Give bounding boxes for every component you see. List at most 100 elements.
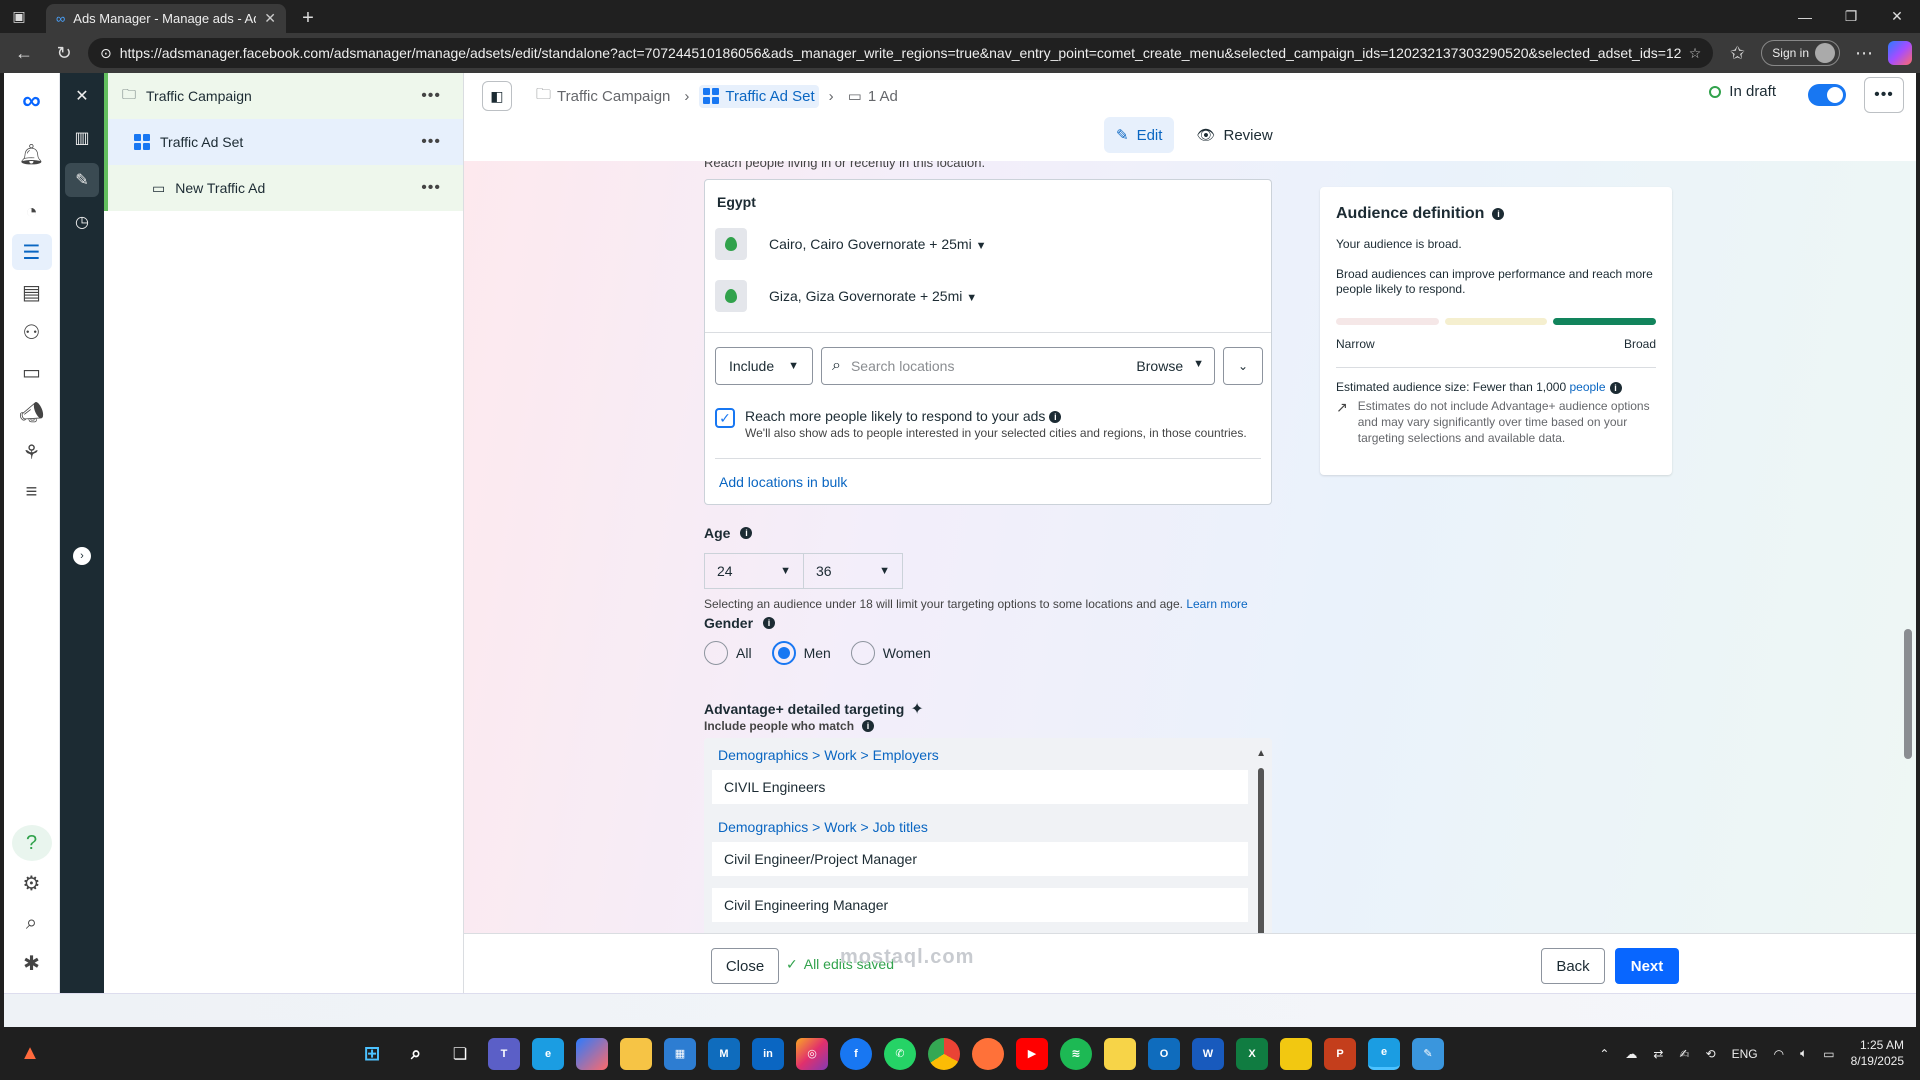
browser-menu-icon[interactable]: ⋯ [1848,37,1880,69]
favorites-icon[interactable]: ✩ [1721,37,1753,69]
firefox-icon[interactable] [972,1037,1004,1070]
teams-icon[interactable]: T [488,1037,520,1070]
next-button[interactable]: Next [1615,948,1679,984]
path-segment[interactable]: Demographics [718,819,808,835]
browse-dropdown[interactable]: Browse ▼ [1136,358,1204,374]
task-view-icon[interactable]: ❏ [444,1038,476,1070]
campaigns-table-icon[interactable]: ☰ [11,234,52,270]
tree-item-adset[interactable]: Traffic Ad Set ••• [104,119,463,165]
volume-icon[interactable]: 🔈︎ [1800,1046,1807,1061]
info-icon[interactable]: i [740,527,753,539]
paint-icon[interactable]: ✎ [1412,1037,1444,1070]
path-segment[interactable]: Job titles [873,819,928,835]
power-bi-icon[interactable] [1280,1037,1312,1070]
onedrive-icon[interactable]: ☁ [1625,1047,1637,1061]
campaign-more-icon[interactable]: ••• [421,87,441,105]
favorite-star-icon[interactable]: ☆ [1689,45,1702,62]
refresh-icon[interactable]: ↻ [48,37,80,69]
add-locations-bulk-link[interactable]: Add locations in bulk [719,474,847,490]
close-button[interactable]: Close [711,948,779,984]
targeting-item[interactable]: CIVIL Engineers [712,770,1248,804]
help-icon[interactable]: ? [11,825,52,861]
bug-report-icon[interactable]: ✱ [12,945,52,981]
mail-icon[interactable]: M [708,1037,740,1070]
search-icon[interactable]: ⌕ [400,1038,432,1070]
word-icon[interactable]: W [1192,1037,1224,1070]
file-explorer-icon[interactable] [620,1037,652,1070]
adset-more-icon[interactable]: ••• [421,133,441,151]
gender-option-men[interactable]: Men [771,641,831,665]
minimize-icon[interactable]: — [1782,0,1828,33]
powerpoint-icon[interactable]: P [1324,1037,1356,1070]
outlook-icon[interactable]: O [1148,1037,1180,1070]
dashboard-icon[interactable]: ◔ [12,194,52,230]
network-settings-icon[interactable]: ⇄ [1653,1047,1663,1061]
youtube-icon[interactable]: ▶ [1016,1037,1048,1070]
expand-chevron-icon[interactable]: › [73,547,91,565]
crumb-ad[interactable]: ▭ 1 Ad [844,84,902,108]
editor-more-button[interactable]: ••• [1864,77,1904,113]
history-clock-icon[interactable]: ◷ [65,205,99,239]
reach-more-checkbox[interactable]: ✓ [715,408,735,428]
learn-more-link[interactable]: Learn more [1186,597,1247,611]
back-button[interactable]: Back [1541,948,1605,984]
store-icon[interactable]: ▦ [664,1037,696,1070]
edit-pencil-icon[interactable]: ✎ [65,163,99,197]
radio-women[interactable] [850,641,875,665]
close-window-icon[interactable]: ✕ [1874,0,1920,33]
targeting-scrollbar[interactable] [1258,768,1264,933]
toggle-panel-icon[interactable]: ◧ [482,81,512,111]
site-info-icon[interactable]: ⊙ [100,45,112,62]
location-item-giza[interactable]: Giza, Giza Governorate + 25mi ▼ [715,280,977,312]
targeting-item[interactable]: Civil Engineering Manager [712,888,1248,922]
crumb-campaign[interactable]: 🗀︎ Traffic Campaign [532,81,674,112]
info-icon[interactable]: i [862,720,875,732]
meta-logo-icon[interactable]: ∞ [22,85,41,116]
adset-on-off-toggle[interactable] [1808,84,1846,106]
location-item-cairo[interactable]: Cairo, Cairo Governorate + 25mi ▼ [715,228,986,260]
instagram-icon[interactable]: ◎ [796,1037,828,1070]
sync-icon[interactable]: ⟲ [1706,1047,1716,1061]
pen-menu-icon[interactable]: ✍ [1679,1047,1689,1061]
tree-item-ad[interactable]: ▭ New Traffic Ad ••• [104,165,463,211]
info-icon[interactable]: i [1492,208,1505,220]
sticky-notes-icon[interactable] [1104,1037,1136,1070]
info-icon[interactable]: i [1049,411,1062,424]
pages-icon[interactable]: ▤ [12,274,52,310]
chrome-icon[interactable] [928,1037,960,1070]
ads-megaphone-icon[interactable]: 📣︎ [12,394,52,430]
browser-tab-ads-manager[interactable]: ∞ Ads Manager - Manage ads - Ad ✕ [46,4,286,33]
page-scrollbar[interactable] [1904,167,1912,927]
audiences-icon[interactable]: ⚇ [12,314,52,350]
show-hidden-icons-icon[interactable]: ⌃ [1599,1047,1609,1061]
all-tools-menu-icon[interactable]: ≡ [12,474,52,510]
page-scrollbar-thumb[interactable] [1904,629,1912,759]
gender-option-women[interactable]: Women [850,641,931,665]
include-dropdown[interactable]: Include ▼ [715,347,813,385]
ad-more-icon[interactable]: ••• [421,179,441,197]
spotify-icon[interactable]: ≋ [1060,1037,1092,1070]
wifi-icon[interactable]: ◠ [1774,1047,1784,1061]
facebook-icon[interactable]: f [840,1037,872,1070]
path-segment[interactable]: Employers [873,747,939,763]
info-icon[interactable]: i [763,617,776,629]
edge-active-icon[interactable]: e [1368,1037,1400,1070]
language-indicator[interactable]: ENG [1732,1047,1758,1061]
url-input[interactable]: ⊙ https://adsmanager.facebook.com/adsman… [88,38,1714,68]
performance-chart-icon[interactable]: ▥ [65,121,99,155]
close-editor-icon[interactable]: ✕ [65,79,99,113]
billing-card-icon[interactable]: ▭ [12,354,52,390]
close-tab-icon[interactable]: ✕ [264,10,276,27]
location-options-dropdown[interactable]: ⌄ [1223,347,1263,385]
path-segment[interactable]: Work [824,819,856,835]
sign-in-button[interactable]: Sign in [1761,40,1840,66]
new-tab-button[interactable]: + [292,4,324,33]
whatsapp-icon[interactable]: ✆ [884,1037,916,1070]
start-windows-icon[interactable]: ⊞ [356,1038,388,1070]
age-max-select[interactable]: 36 ▼ [803,553,903,589]
settings-gear-icon[interactable]: ⚙ [12,865,52,901]
copilot-icon[interactable] [576,1037,608,1070]
edge-icon[interactable]: e [532,1037,564,1070]
search-icon[interactable]: ⌕ [12,905,52,941]
crumb-adset[interactable]: Traffic Ad Set [699,84,819,108]
